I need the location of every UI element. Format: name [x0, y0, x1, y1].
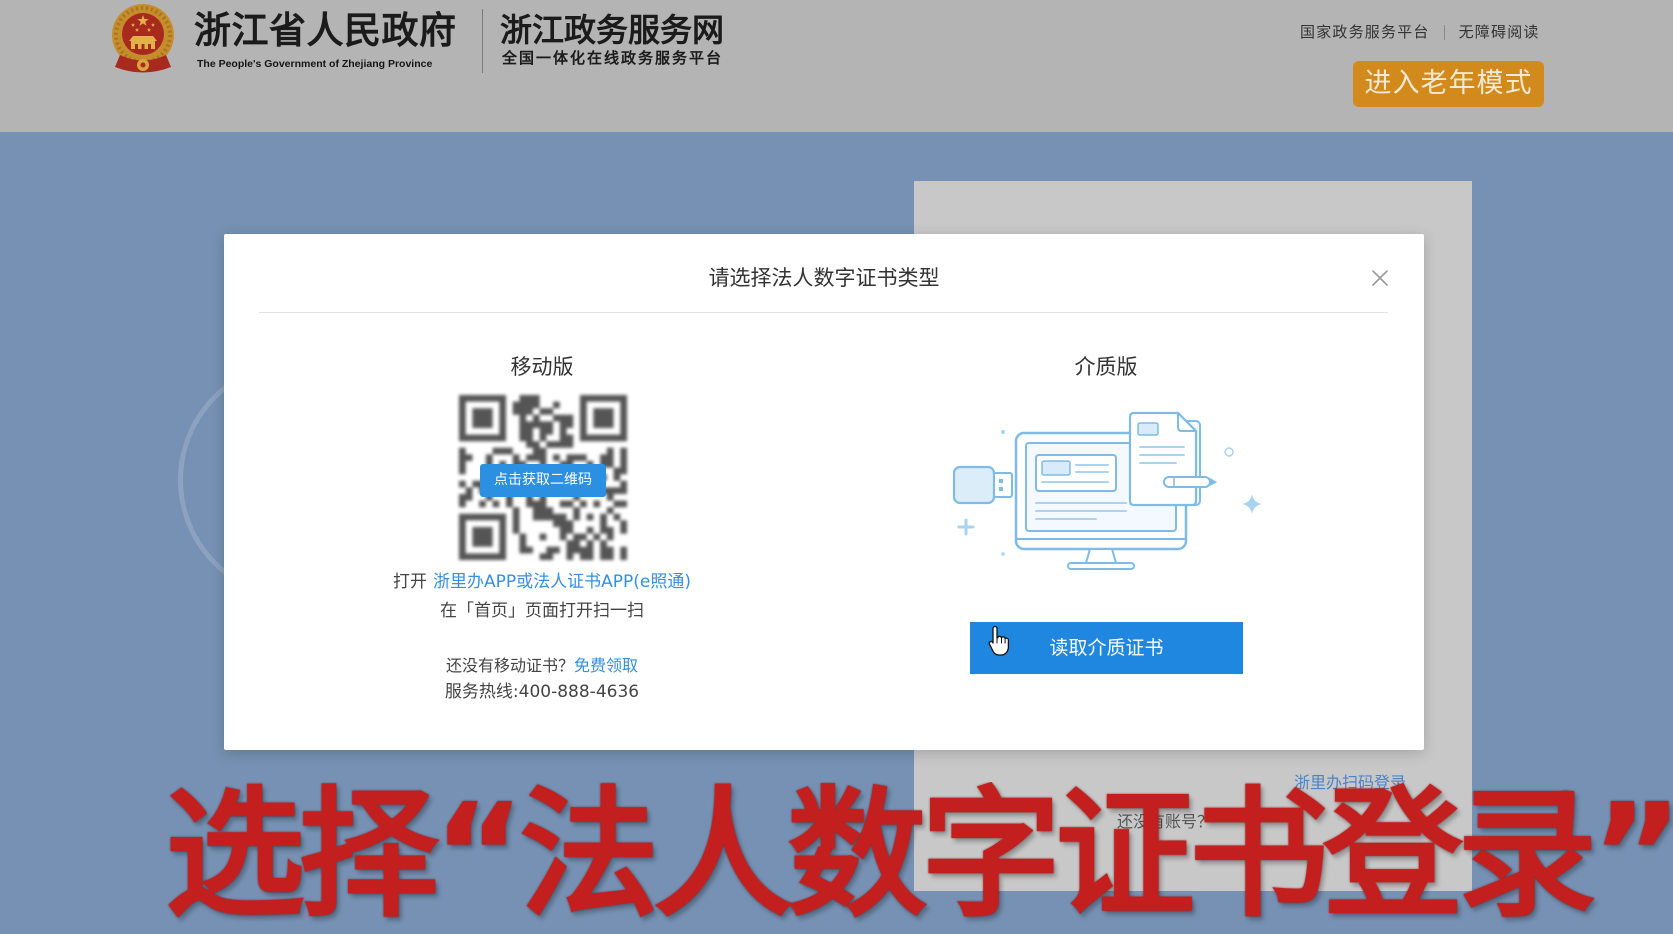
- get-qr-code-button[interactable]: 点击获取二维码: [480, 464, 606, 497]
- site-subtitle-en: The People's Government of Zhejiang Prov…: [197, 58, 433, 70]
- computer-usb-key-certificate-illustration: [950, 411, 1264, 571]
- no-mobile-cert-line: 还没有移动证书？免费领取: [292, 656, 792, 676]
- modal-divider: [259, 312, 1388, 313]
- portal-subtitle: 全国一体化在线政务服务平台: [502, 51, 724, 67]
- link-separator: [1443, 24, 1445, 40]
- modal-title: 请选择法人数字证书类型: [708, 266, 940, 290]
- site-header: 浙江省人民政府 The People's Government of Zheji…: [0, 0, 1673, 132]
- no-mobile-cert-text: 还没有移动证书？: [445, 656, 574, 675]
- site-title[interactable]: 浙江省人民政府: [194, 9, 457, 55]
- qr-code-area: 点击获取二维码: [459, 395, 627, 560]
- header-divider: [482, 9, 483, 73]
- free-claim-link[interactable]: 免费领取: [574, 656, 638, 675]
- scan-login-link[interactable]: 浙里办扫码登录: [1294, 773, 1406, 793]
- read-medium-cert-button[interactable]: 读取介质证书: [970, 622, 1243, 674]
- app-link[interactable]: 浙里办APP或法人证书APP(e照通): [433, 572, 691, 592]
- national-emblem-icon[interactable]: [110, 3, 176, 77]
- medium-version-heading: 介质版: [1074, 355, 1138, 379]
- cert-type-modal: 请选择法人数字证书类型 移动版 点击获取二维码 打开 浙里办APP或法人证书APP…: [224, 234, 1424, 750]
- open-app-instruction: 打开 浙里办APP或法人证书APP(e照通): [292, 572, 792, 592]
- accessibility-reading-link[interactable]: 无障碍阅读: [1459, 22, 1540, 42]
- open-prefix: 打开: [393, 572, 427, 592]
- mobile-version-heading: 移动版: [510, 355, 574, 379]
- no-account-text: 还没有账号？: [1117, 812, 1214, 831]
- portal-title[interactable]: 浙江政务服务网: [500, 10, 724, 50]
- scan-hint: 在「首页」页面打开扫一扫: [440, 601, 644, 621]
- national-platform-link[interactable]: 国家政务服务平台: [1300, 22, 1430, 42]
- service-hotline: 服务热线:400-888-4636: [444, 682, 640, 702]
- elder-mode-button[interactable]: 进入老年模式: [1353, 61, 1544, 107]
- header-top-links: 国家政务服务平台 无障碍阅读: [1300, 22, 1540, 42]
- close-icon[interactable]: [1371, 269, 1389, 287]
